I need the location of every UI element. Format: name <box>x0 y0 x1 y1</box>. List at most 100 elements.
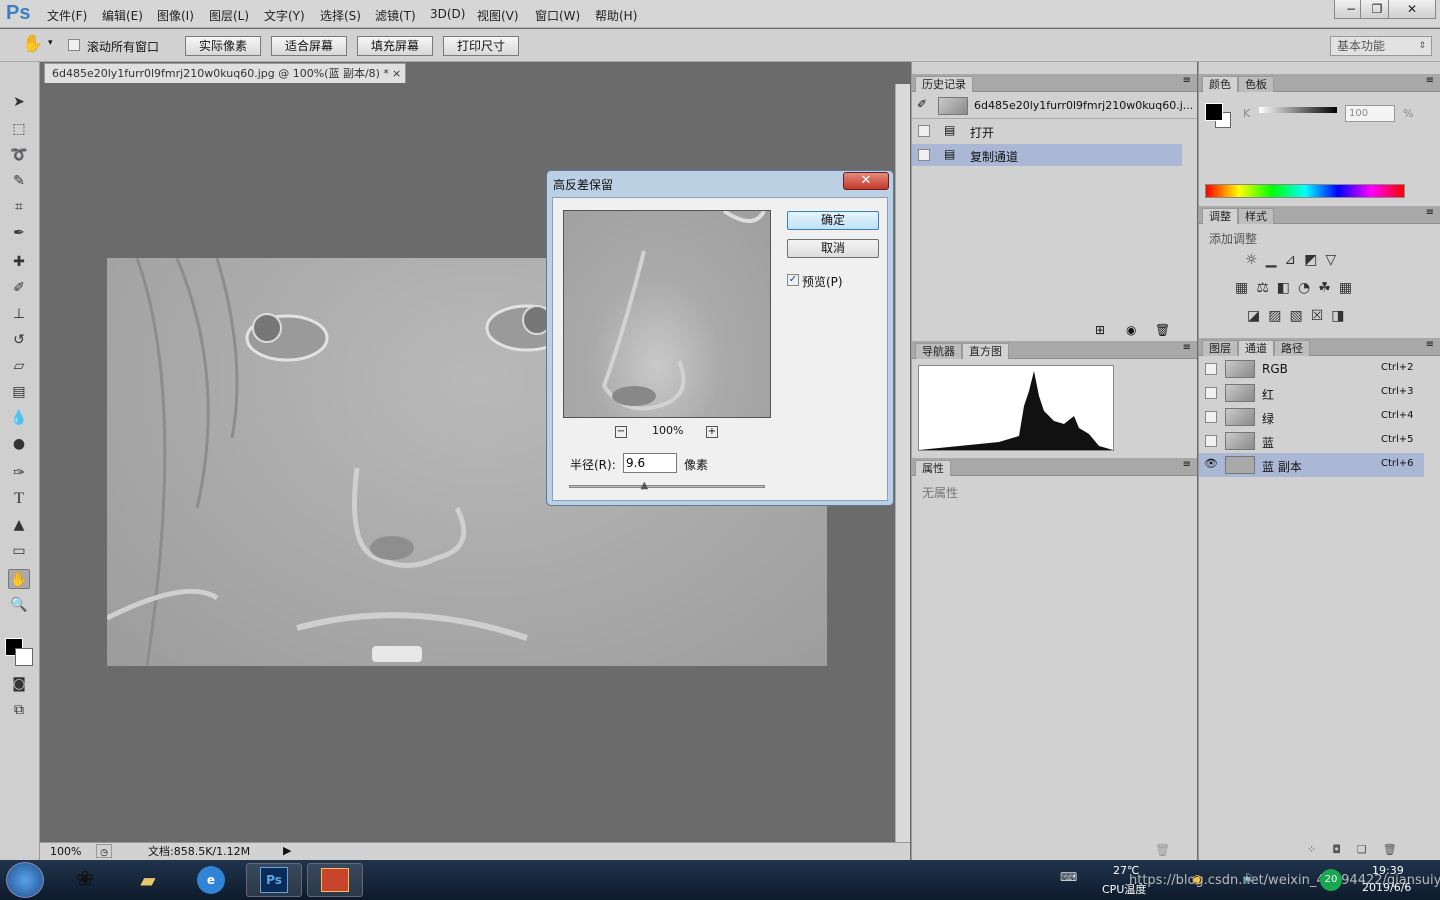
tab-layers[interactable]: 图层 <box>1202 340 1238 356</box>
screen-mode-icon[interactable]: ⧉ <box>8 700 30 720</box>
ok-button[interactable]: 确定 <box>787 211 879 230</box>
radius-input[interactable] <box>623 453 677 473</box>
foreground-color-swatch[interactable] <box>1205 103 1223 121</box>
background-color-swatch[interactable] <box>15 648 33 666</box>
menu-image[interactable]: 图像(I) <box>157 7 194 24</box>
snapshot-camera-icon[interactable]: ◉ <box>1126 323 1136 337</box>
tab-navigator[interactable]: 导航器 <box>915 343 962 359</box>
status-menu-arrow-icon[interactable]: ▶ <box>283 843 291 859</box>
selective-color-icon[interactable]: ◨ <box>1331 308 1352 324</box>
security-badge[interactable]: 20 <box>1320 869 1342 891</box>
lasso-tool-icon[interactable]: ➰ <box>8 145 30 165</box>
dodge-tool-icon[interactable]: ● <box>8 434 30 454</box>
vibrance-icon[interactable]: ▽ <box>1325 252 1344 268</box>
panel-menu-icon[interactable]: ≡ <box>1426 207 1434 218</box>
menu-filter[interactable]: 滤镜(T) <box>375 7 416 24</box>
tab-properties[interactable]: 属性 <box>915 460 951 476</box>
menu-view[interactable]: 视图(V) <box>477 7 519 24</box>
new-channel-icon[interactable]: ❏ <box>1357 843 1383 856</box>
eyedropper-tool-icon[interactable]: ✒ <box>8 223 30 243</box>
menu-layer[interactable]: 图层(L) <box>209 7 249 24</box>
pen-tool-icon[interactable]: ✑ <box>8 463 30 483</box>
radius-slider-track[interactable] <box>569 485 765 488</box>
tab-channels[interactable]: 通道 <box>1238 340 1274 356</box>
threshold-icon[interactable]: ▧ <box>1289 308 1310 324</box>
tool-preset-chevron-icon[interactable]: ▾ <box>48 38 53 48</box>
tab-history[interactable]: 历史记录 <box>915 76 973 92</box>
brightness-icon[interactable]: ☼ <box>1245 252 1266 268</box>
trash-icon[interactable]: 🗑 <box>1383 843 1413 856</box>
type-tool-icon[interactable]: T <box>8 489 30 509</box>
channel-row-selected[interactable]: 👁 蓝 副本 Ctrl+6 <box>1199 453 1424 477</box>
menu-window[interactable]: 窗口(W) <box>535 7 580 24</box>
blur-tool-icon[interactable]: 💧 <box>8 408 30 428</box>
start-button[interactable] <box>6 862 44 898</box>
scroll-all-checkbox[interactable] <box>68 39 80 51</box>
tab-histogram[interactable]: 直方图 <box>962 343 1009 359</box>
save-selection-icon[interactable]: ◘ <box>1332 843 1357 856</box>
dialog-close-icon[interactable]: ✕ <box>843 172 889 190</box>
channel-row[interactable]: 绿 Ctrl+4 <box>1199 405 1424 429</box>
actual-pixels-button[interactable]: 实际像素 <box>185 36 261 56</box>
brush-tool-icon[interactable]: ✐ <box>8 278 30 298</box>
fill-screen-button[interactable]: 填充屏幕 <box>357 36 433 56</box>
history-item[interactable]: ▤ 打开 <box>912 120 1182 142</box>
menu-help[interactable]: 帮助(H) <box>595 7 637 24</box>
tab-paths[interactable]: 路径 <box>1274 340 1310 356</box>
exposure-icon[interactable]: ◩ <box>1304 252 1325 268</box>
hand-tool-icon[interactable]: ✋ <box>22 34 43 54</box>
close-tab-icon[interactable]: × <box>392 64 401 83</box>
volume-icon[interactable]: 🔈 <box>1243 870 1258 884</box>
path-select-tool-icon[interactable]: ▲ <box>8 515 30 535</box>
black-white-icon[interactable]: ◧ <box>1277 280 1298 296</box>
radius-slider-thumb[interactable]: ▲ <box>640 480 648 491</box>
visibility-toggle[interactable] <box>1205 387 1217 399</box>
visibility-toggle[interactable] <box>1205 363 1217 375</box>
hue-sat-icon[interactable]: ▦ <box>1235 280 1256 296</box>
history-source-checkbox[interactable] <box>918 125 930 137</box>
vertical-scrollbar[interactable] <box>895 84 910 842</box>
posterize-icon[interactable]: ▨ <box>1268 308 1289 324</box>
menu-edit[interactable]: 编辑(E) <box>102 7 143 24</box>
quick-mask-icon[interactable]: ◙ <box>8 674 30 694</box>
workspace-select[interactable]: 基本功能 ⇕ <box>1330 36 1432 56</box>
keyboard-icon[interactable]: ⌨ <box>1060 870 1077 884</box>
color-ramp[interactable] <box>1205 184 1405 198</box>
hand-tool-active-icon[interactable]: ✋ <box>8 569 30 589</box>
marquee-tool-icon[interactable]: ⬚ <box>8 119 30 139</box>
color-balance-icon[interactable]: ⚖ <box>1256 280 1277 296</box>
panel-menu-icon[interactable]: ≡ <box>1426 339 1434 350</box>
tab-adjustments[interactable]: 调整 <box>1202 208 1238 224</box>
photoshop-taskbar-button[interactable]: Ps <box>246 863 302 897</box>
gradient-tool-icon[interactable]: ▤ <box>8 382 30 402</box>
trash-icon[interactable]: 🗑 <box>1155 843 1170 857</box>
tab-styles[interactable]: 样式 <box>1238 208 1274 224</box>
menu-type[interactable]: 文字(Y) <box>264 7 305 24</box>
cancel-button[interactable]: 取消 <box>787 239 879 258</box>
channel-row[interactable]: 红 Ctrl+3 <box>1199 381 1424 405</box>
load-selection-icon[interactable]: ⁘ <box>1307 843 1332 856</box>
toolbox-taskbar-button[interactable] <box>307 863 363 897</box>
panel-menu-icon[interactable]: ≡ <box>1183 459 1191 470</box>
k-slider[interactable] <box>1259 107 1337 113</box>
history-source-checkbox[interactable] <box>918 149 930 161</box>
fit-screen-button[interactable]: 适合屏幕 <box>271 36 347 56</box>
k-value-input[interactable] <box>1345 105 1395 122</box>
move-tool-icon[interactable]: ➤ <box>8 92 30 112</box>
levels-icon[interactable]: ▁ <box>1266 252 1285 268</box>
document-tab[interactable]: 6d485e20ly1furr0l9fmrj210w0kuq60.jpg @ 1… <box>44 63 406 83</box>
quick-select-tool-icon[interactable]: ✎ <box>8 171 30 191</box>
trash-icon[interactable]: 🗑 <box>1155 323 1170 337</box>
curves-icon[interactable]: ⊿ <box>1284 252 1304 268</box>
preview-checkbox[interactable]: ✓ <box>787 274 799 286</box>
panel-menu-icon[interactable]: ≡ <box>1426 75 1434 86</box>
filter-preview[interactable] <box>563 210 771 418</box>
history-snapshot[interactable]: ✐ 6d485e20ly1furr0l9fmrj210w0kuq60.j... <box>912 93 1197 119</box>
media-player-icon[interactable]: ❀ <box>57 863 113 897</box>
zoom-level[interactable]: 100% <box>50 844 81 860</box>
tab-swatches[interactable]: 色板 <box>1238 76 1274 92</box>
new-document-from-state-icon[interactable]: ⊞ <box>1095 323 1105 337</box>
invert-icon[interactable]: ◪ <box>1247 308 1268 324</box>
close-button[interactable]: ✕ <box>1388 0 1436 19</box>
network-icon[interactable]: ◉ <box>1192 872 1202 886</box>
